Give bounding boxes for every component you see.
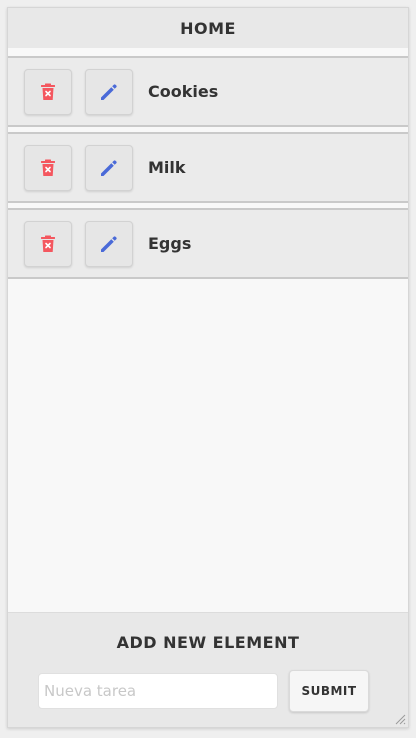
- add-element-form: SUBMIT: [38, 670, 369, 712]
- list-item: Milk: [8, 132, 408, 203]
- pencil-icon: [101, 159, 117, 176]
- new-task-input[interactable]: [38, 673, 278, 709]
- trash-icon: [41, 159, 55, 176]
- delete-button[interactable]: [24, 144, 72, 191]
- edit-button[interactable]: [85, 220, 133, 267]
- edit-button[interactable]: [85, 68, 133, 115]
- list-item: Cookies: [8, 56, 408, 127]
- pencil-icon: [101, 235, 117, 252]
- resize-grip-icon[interactable]: [394, 713, 406, 725]
- edit-button[interactable]: [85, 144, 133, 191]
- add-element-section: ADD NEW ELEMENT SUBMIT: [8, 612, 408, 727]
- item-label: Eggs: [148, 234, 192, 253]
- trash-icon: [41, 83, 55, 100]
- delete-button[interactable]: [24, 68, 72, 115]
- item-label: Cookies: [148, 82, 219, 101]
- trash-icon: [41, 235, 55, 252]
- item-label: Milk: [148, 158, 186, 177]
- app-panel: HOME Cookies Milk Eggs ADD NEW ELEMENT N…: [7, 7, 409, 728]
- page-header: HOME: [8, 8, 408, 48]
- task-list: Cookies Milk Eggs: [8, 48, 408, 279]
- submit-button[interactable]: SUBMIT: [289, 670, 369, 712]
- add-element-title: ADD NEW ELEMENT: [116, 633, 300, 652]
- page-title: HOME: [180, 18, 236, 38]
- pencil-icon: [101, 83, 117, 100]
- delete-button[interactable]: [24, 220, 72, 267]
- list-item: Eggs: [8, 208, 408, 279]
